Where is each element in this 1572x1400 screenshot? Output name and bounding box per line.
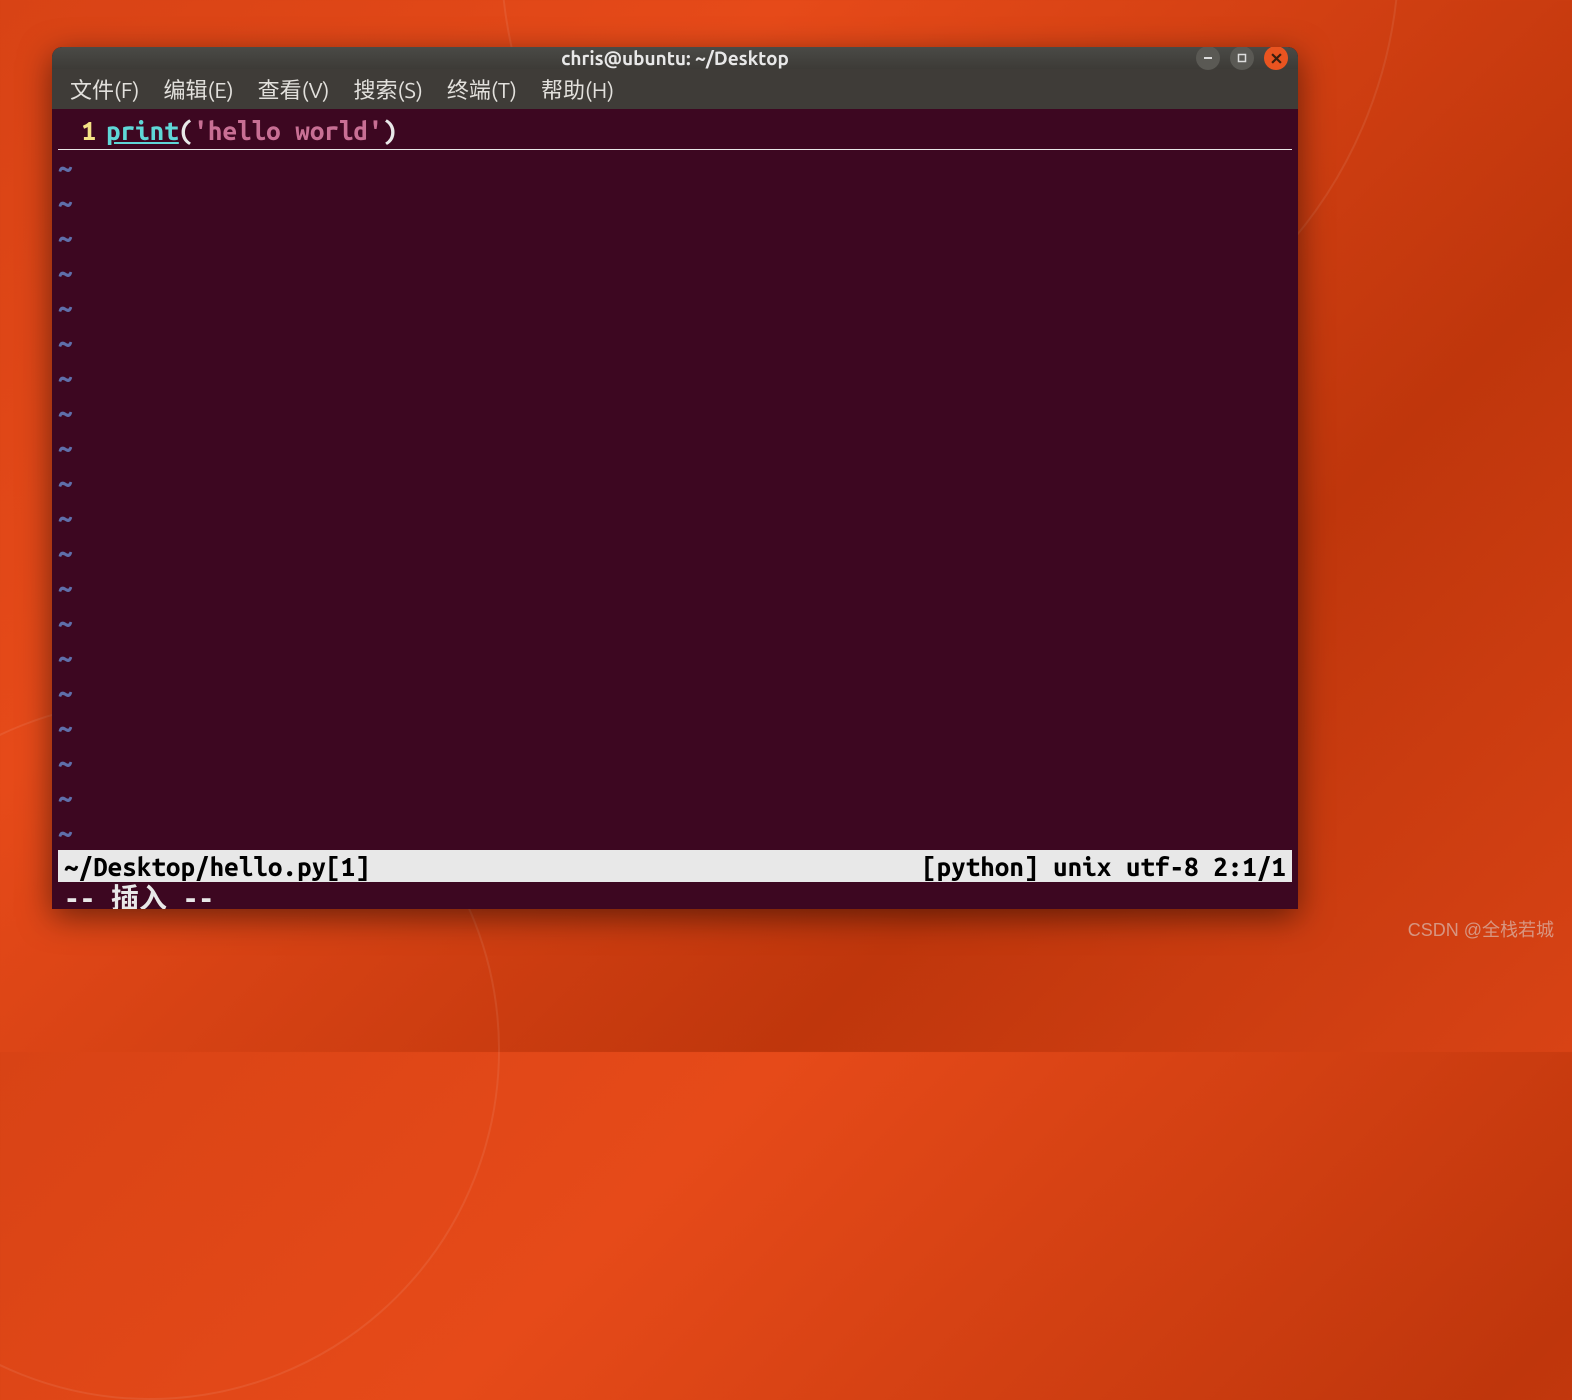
maximize-icon (1237, 53, 1247, 63)
empty-line-tilde: ~ (58, 395, 1292, 430)
menu-edit[interactable]: 编辑(E) (153, 69, 243, 109)
empty-line-tilde: ~ (58, 220, 1292, 255)
empty-line-tilde: ~ (58, 325, 1292, 360)
watermark: CSDN @全栈若城 (1408, 916, 1554, 942)
maximize-button[interactable] (1230, 47, 1254, 70)
menu-help[interactable]: 帮助(H) (531, 69, 624, 109)
token-keyword: print (106, 116, 179, 145)
empty-line-tilde: ~ (58, 535, 1292, 570)
token-paren-close: ) (383, 116, 398, 145)
statusbar-right: [python] unix utf-8 2:1/1 (922, 849, 1286, 884)
empty-line-tilde: ~ (58, 150, 1292, 185)
empty-line-tilde: ~ (58, 465, 1292, 500)
empty-line-tilde: ~ (58, 430, 1292, 465)
empty-line-tilde: ~ (58, 815, 1292, 850)
empty-line-tilde: ~ (58, 675, 1292, 710)
empty-line-tilde: ~ (58, 745, 1292, 780)
terminal-window: chris@ubuntu: ~/Desktop 文件(F) 编辑(E) 查看(V… (52, 47, 1298, 909)
minimize-button[interactable] (1196, 47, 1220, 70)
token-paren-open: ( (179, 116, 194, 145)
titlebar[interactable]: chris@ubuntu: ~/Desktop (52, 47, 1298, 69)
vim-modeline: -- 插入 -- (58, 882, 1292, 909)
menu-view[interactable]: 查看(V) (248, 69, 340, 109)
code-lines: 1 print('hello world') (58, 113, 1292, 150)
menu-terminal[interactable]: 终端(T) (437, 69, 527, 109)
empty-line-tilde: ~ (58, 360, 1292, 395)
empty-line-tilde: ~ (58, 570, 1292, 605)
statusbar-left: ~/Desktop/hello.py[1] (64, 849, 370, 884)
close-button[interactable] (1264, 47, 1288, 70)
empty-lines: ~~~~~~~~~~~~~~~~~~~~ (58, 150, 1292, 850)
empty-line-tilde: ~ (58, 255, 1292, 290)
empty-line-tilde: ~ (58, 780, 1292, 815)
menu-file[interactable]: 文件(F) (60, 69, 149, 109)
statusbar: ~/Desktop/hello.py[1] [python] unix utf-… (58, 850, 1292, 882)
close-icon (1271, 53, 1282, 64)
menu-search[interactable]: 搜索(S) (343, 69, 432, 109)
empty-line-tilde: ~ (58, 500, 1292, 535)
window-controls (1196, 47, 1288, 70)
empty-line-tilde: ~ (58, 710, 1292, 745)
empty-line-tilde: ~ (58, 290, 1292, 325)
empty-line-tilde: ~ (58, 640, 1292, 675)
empty-line-tilde: ~ (58, 185, 1292, 220)
token-string: 'hello world' (193, 116, 382, 145)
menubar: 文件(F) 编辑(E) 查看(V) 搜索(S) 终端(T) 帮助(H) (52, 69, 1298, 109)
empty-line-tilde: ~ (58, 605, 1292, 640)
line-number: 1 (58, 113, 106, 148)
code-content[interactable]: print('hello world') (106, 113, 1292, 148)
minimize-icon (1203, 53, 1213, 63)
code-line-1[interactable]: 1 print('hello world') (58, 113, 1292, 150)
editor-area[interactable]: 1 print('hello world') ~~~~~~~~~~~~~~~~~… (52, 109, 1298, 909)
window-title: chris@ubuntu: ~/Desktop (561, 47, 789, 69)
